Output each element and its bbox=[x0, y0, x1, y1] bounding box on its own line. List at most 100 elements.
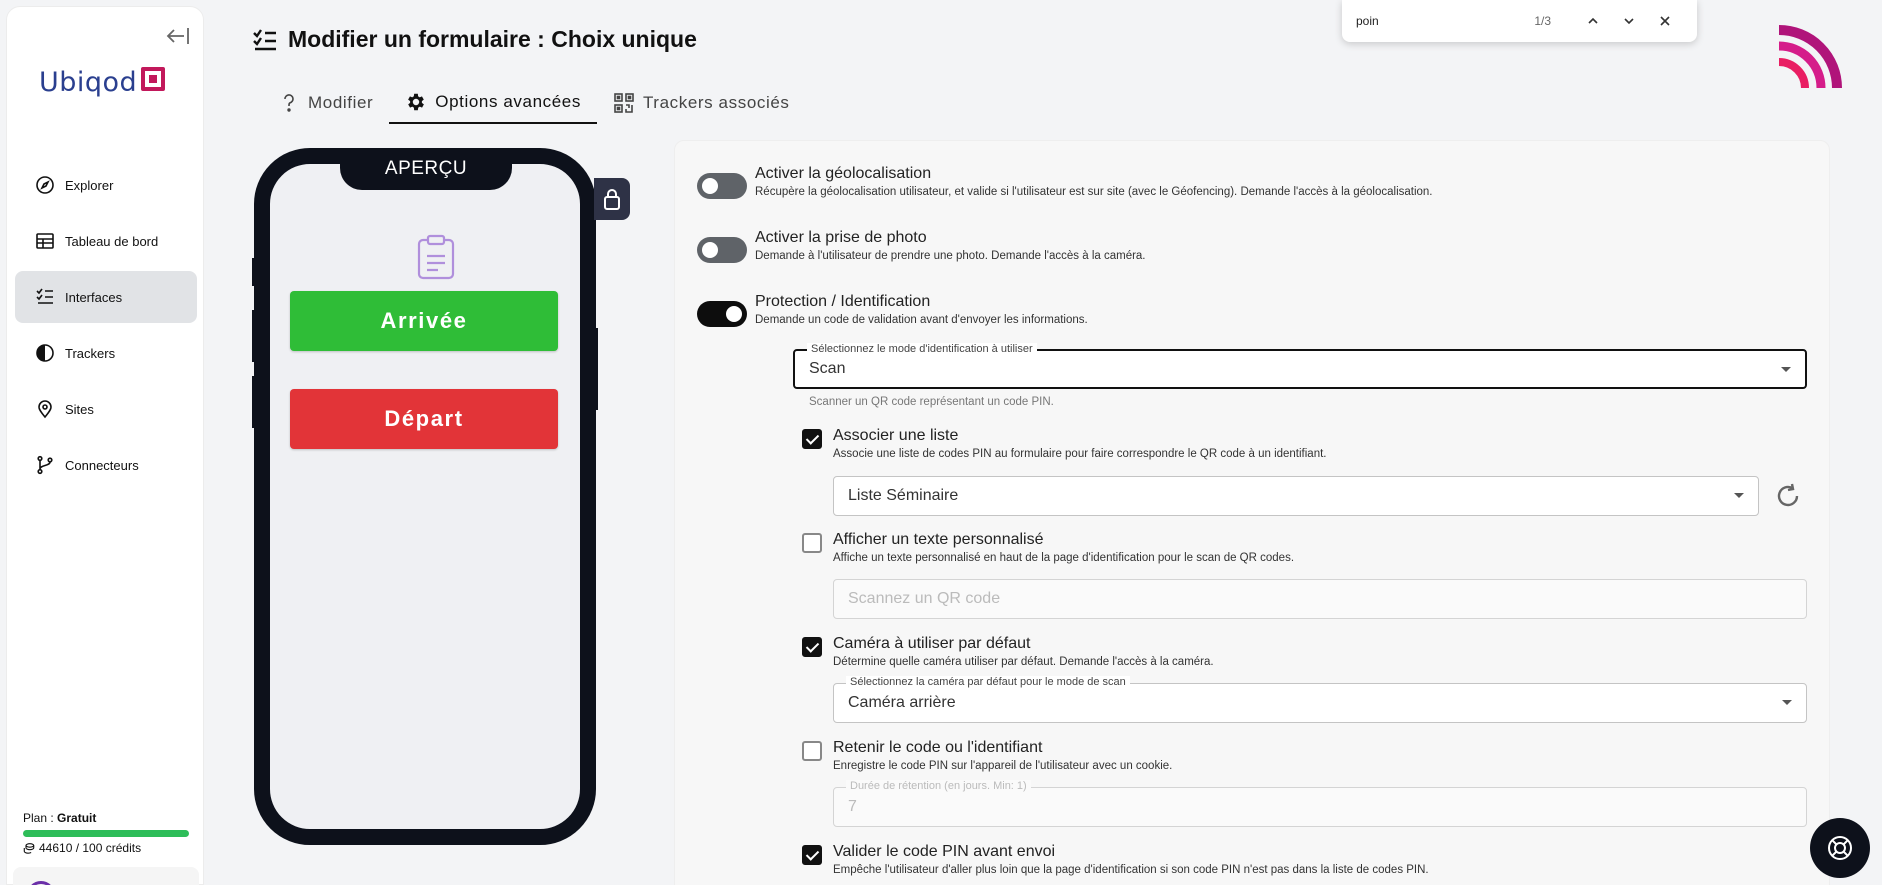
associate-list-checkbox[interactable] bbox=[802, 429, 822, 449]
tab-trackers-associes[interactable]: Trackers associés bbox=[597, 82, 806, 124]
dropdown-arrow-icon bbox=[1734, 493, 1744, 498]
close-icon bbox=[1660, 16, 1670, 26]
find-match-count: 1/3 bbox=[1534, 14, 1551, 28]
custom-text-checkbox[interactable] bbox=[802, 533, 822, 553]
choice-button-arrivee[interactable]: Arrivée bbox=[290, 291, 558, 351]
protection-option: Protection / Identification Demande un c… bbox=[755, 293, 1088, 326]
select-label: Sélectionnez la caméra par défaut pour l… bbox=[846, 676, 1130, 688]
photo-option: Activer la prise de photo Demande à l'ut… bbox=[755, 229, 1146, 262]
option-title: Associer une liste bbox=[833, 427, 959, 444]
sidebar-item-sites[interactable]: Sites bbox=[15, 383, 197, 435]
pin-list-select[interactable]: Liste Séminaire bbox=[833, 476, 1759, 516]
compass-icon bbox=[36, 176, 54, 194]
option-title: Protection / Identification bbox=[755, 293, 931, 310]
select-value: Scan bbox=[809, 360, 846, 377]
option-description: Récupère la géolocalisation utilisateur,… bbox=[755, 186, 1433, 198]
geolocation-option: Activer la géolocalisation Récupère la g… bbox=[755, 165, 1433, 198]
find-close-button[interactable] bbox=[1647, 6, 1683, 36]
input-value: 7 bbox=[848, 798, 857, 815]
retention-duration-input[interactable]: Durée de rétention (en jours. Min: 1) 7 bbox=[833, 780, 1807, 827]
option-title: Activer la géolocalisation bbox=[755, 165, 932, 182]
photo-toggle[interactable] bbox=[697, 237, 747, 263]
sidebar-item-connecteurs[interactable]: Connecteurs bbox=[15, 439, 197, 491]
dropdown-arrow-icon bbox=[1782, 700, 1792, 705]
phone-side-button bbox=[592, 328, 598, 410]
tab-modifier[interactable]: Modifier bbox=[262, 82, 389, 124]
sidebar-item-label: Explorer bbox=[65, 177, 114, 193]
tab-options-avancees[interactable]: Options avancées bbox=[389, 82, 597, 124]
map-pin-icon bbox=[38, 400, 52, 419]
dropdown-arrow-icon bbox=[1781, 367, 1791, 372]
clipboard-icon bbox=[416, 234, 456, 280]
tab-label: Modifier bbox=[308, 93, 374, 112]
advanced-options-panel: Activer la géolocalisation Récupère la g… bbox=[674, 140, 1830, 885]
sidebar-item-label: Tableau de bord bbox=[65, 233, 159, 249]
custom-text-option: Afficher un texte personnalisé Affiche u… bbox=[833, 531, 1294, 564]
option-description: Affiche un texte personnalisé en haut de… bbox=[833, 552, 1295, 564]
plan-line: Plan : Gratuit bbox=[23, 811, 195, 825]
dashboard-icon bbox=[36, 233, 54, 249]
validate-pin-option: Valider le code PIN avant envoi Empêche … bbox=[833, 843, 1429, 876]
find-previous-button[interactable] bbox=[1575, 6, 1611, 36]
chevron-down-icon bbox=[1624, 18, 1634, 25]
git-branch-icon bbox=[37, 455, 53, 475]
geolocation-toggle[interactable] bbox=[697, 173, 747, 199]
refresh-list-button[interactable] bbox=[1773, 481, 1803, 511]
credits-progress-bar bbox=[23, 830, 189, 837]
choice-button-depart[interactable]: Départ bbox=[290, 389, 558, 449]
help-button[interactable] bbox=[1810, 818, 1870, 878]
brand-logo[interactable]: Ubiqod bbox=[39, 66, 166, 98]
avatar[interactable] bbox=[27, 881, 55, 885]
credits-line: 44610 / 100 crédits bbox=[23, 841, 195, 855]
custom-text-input[interactable]: Scannez un QR code bbox=[833, 579, 1807, 619]
sidebar-item-label: Interfaces bbox=[65, 289, 123, 305]
checklist-icon bbox=[253, 28, 276, 50]
sidebar-nav: Explorer Tableau de bord Interfaces Trac… bbox=[15, 159, 197, 495]
protection-toggle[interactable] bbox=[697, 301, 747, 327]
gear-icon bbox=[408, 93, 425, 111]
qr-code-icon bbox=[614, 93, 634, 113]
default-camera-select[interactable]: Sélectionnez la caméra par défaut pour l… bbox=[833, 676, 1807, 723]
sidebar-item-explorer[interactable]: Explorer bbox=[15, 159, 197, 211]
tab-label: Trackers associés bbox=[642, 93, 790, 112]
user-section[interactable] bbox=[13, 867, 199, 885]
identification-mode-helper: Scanner un QR code représentant un code … bbox=[809, 396, 1054, 408]
sidebar: Ubiqod Explorer Tableau de bord Interfac… bbox=[6, 6, 204, 885]
phone-preview: APERÇU Arrivée Départ bbox=[254, 148, 596, 845]
collapse-sidebar-icon[interactable] bbox=[165, 25, 191, 47]
sidebar-item-interfaces[interactable]: Interfaces bbox=[15, 271, 197, 323]
option-description: Demande à l'utilisateur de prendre une p… bbox=[755, 250, 1146, 262]
option-title: Activer la prise de photo bbox=[755, 229, 927, 246]
plan-name: Gratuit bbox=[57, 811, 97, 825]
plan-info: Plan : Gratuit 44610 / 100 crédits bbox=[23, 811, 195, 855]
input-placeholder: Scannez un QR code bbox=[848, 590, 1001, 607]
lock-preview-button[interactable] bbox=[594, 178, 630, 220]
select-value: Caméra arrière bbox=[848, 694, 956, 711]
phone-side-button bbox=[252, 376, 258, 428]
brand-name: Ubiqod bbox=[39, 67, 138, 98]
find-input[interactable]: poin bbox=[1356, 14, 1534, 28]
option-title: Valider le code PIN avant envoi bbox=[833, 843, 1056, 860]
option-title: Afficher un texte personnalisé bbox=[833, 531, 1044, 548]
brand-mark-icon bbox=[141, 66, 166, 91]
sidebar-item-label: Connecteurs bbox=[65, 457, 139, 473]
select-label: Sélectionnez le mode d'identification à … bbox=[807, 343, 1037, 355]
refresh-icon bbox=[1777, 483, 1799, 507]
default-camera-checkbox[interactable] bbox=[802, 637, 822, 657]
sidebar-item-label: Trackers bbox=[65, 345, 116, 361]
default-camera-option: Caméra à utiliser par défaut Détermine q… bbox=[833, 635, 1214, 668]
contrast-icon bbox=[36, 344, 54, 362]
sidebar-item-trackers[interactable]: Trackers bbox=[15, 327, 197, 379]
identification-mode-select[interactable]: Sélectionnez le mode d'identification à … bbox=[793, 343, 1807, 389]
checklist-icon bbox=[36, 288, 53, 304]
validate-pin-checkbox[interactable] bbox=[802, 845, 822, 865]
input-label: Durée de rétention (en jours. Min: 1) bbox=[846, 780, 1031, 792]
brand-arcs-icon bbox=[1778, 25, 1842, 88]
find-bar: poin 1/3 bbox=[1342, 0, 1697, 42]
sidebar-item-label: Sites bbox=[65, 401, 94, 417]
tabs: Modifier Options avancées Trackers assoc… bbox=[262, 82, 806, 124]
remember-code-checkbox[interactable] bbox=[802, 741, 822, 761]
sidebar-item-dashboard[interactable]: Tableau de bord bbox=[15, 215, 197, 267]
find-next-button[interactable] bbox=[1611, 6, 1647, 36]
page-title: Modifier un formulaire : Choix unique bbox=[288, 26, 697, 52]
